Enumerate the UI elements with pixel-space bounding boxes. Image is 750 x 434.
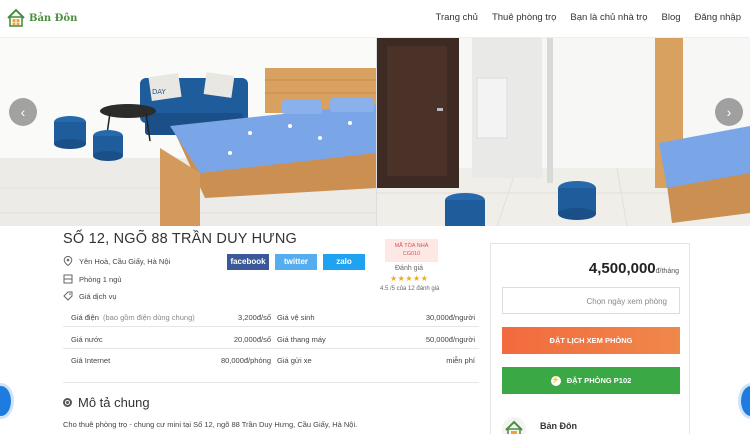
fee-value-2: miễn phí xyxy=(446,356,475,365)
description-heading: Mô tả chung xyxy=(63,395,150,410)
services-label: Giá dịch vụ xyxy=(79,291,117,301)
site-header: Bản Đôn Trang chủ Thuê phòng trọ Bạn là … xyxy=(0,0,750,38)
chevron-right-icon: › xyxy=(726,104,732,120)
fee-label-2: Giá gửi xe xyxy=(277,356,312,365)
gallery-photo-bedroom[interactable]: DAY xyxy=(0,38,376,226)
share-zalo-button[interactable]: zalo xyxy=(323,254,365,270)
main-nav: Trang chủ Thuê phòng trọ Bạn là chủ nhà … xyxy=(429,12,748,23)
book-room-button[interactable]: ⚡ ĐẶT PHÒNG P102 xyxy=(502,367,680,394)
house-logo-icon xyxy=(505,420,523,434)
fee-label: Giá Internet xyxy=(71,356,111,365)
site-logo[interactable]: Bản Đôn xyxy=(6,8,77,28)
section-divider xyxy=(63,382,479,383)
fee-label-2: Giá thang máy xyxy=(277,335,326,344)
nav-landlord[interactable]: Bạn là chủ nhà trọ xyxy=(563,12,654,23)
booking-card: 4,500,000đ/tháng Chọn ngày xem phòng ĐẶT… xyxy=(490,243,690,434)
nav-rent-room[interactable]: Thuê phòng trọ xyxy=(485,12,563,23)
price-display: 4,500,000đ/tháng xyxy=(589,260,679,277)
gallery-photo-entrance[interactable] xyxy=(377,38,750,226)
fee-label: Giá nước xyxy=(71,335,103,344)
building-code-badge: MÃ TÒA NHÀ CG010 xyxy=(385,239,438,262)
fee-label-2: Giá vệ sinh xyxy=(277,313,315,322)
building-code-value: CG010 xyxy=(402,250,421,257)
fee-value: 80,000đ/phòng xyxy=(220,356,271,365)
fee-value-2: 30,000đ/người xyxy=(425,313,475,322)
address-line: Yên Hoà, Cầu Giấy, Hà Nội xyxy=(63,256,170,266)
building-code-label: MÃ TÒA NHÀ xyxy=(394,243,429,249)
bullet-icon xyxy=(63,398,72,407)
house-logo-icon xyxy=(7,8,25,27)
rating-summary: 4.5 /5 của 12 đánh giá xyxy=(380,286,440,292)
share-twitter-button[interactable]: twitter xyxy=(275,254,317,270)
chat-float-button-left[interactable] xyxy=(0,383,14,419)
chevron-left-icon: ‹ xyxy=(20,104,26,120)
address-text: Yên Hoà, Cầu Giấy, Hà Nội xyxy=(79,256,171,266)
price-tag-icon xyxy=(63,291,73,301)
gallery-next-button[interactable]: › xyxy=(715,98,743,126)
fee-value: 3,200đ/số xyxy=(238,313,271,322)
messenger-float-button[interactable] xyxy=(738,383,750,419)
map-pin-icon xyxy=(63,256,73,266)
nav-blog[interactable]: Blog xyxy=(655,12,688,23)
rating-stars[interactable]: ★★★★★ xyxy=(390,274,428,283)
photo-gallery: DAY ‹ › xyxy=(0,38,750,226)
room-icon xyxy=(63,274,73,284)
nav-login[interactable]: Đăng nhập xyxy=(688,12,748,23)
share-facebook-button[interactable]: facebook xyxy=(227,254,269,270)
description-title: Mô tả chung xyxy=(78,395,150,410)
fee-label: Giá điện xyxy=(71,313,99,322)
gallery-prev-button[interactable]: ‹ xyxy=(9,98,37,126)
fee-row: Giá nước 20,000đ/số Giá thang máy 50,000… xyxy=(63,329,479,349)
price-unit: đ/tháng xyxy=(655,268,679,275)
viewing-date-input[interactable]: Chọn ngày xem phòng xyxy=(502,287,680,314)
pillow-text: DAY xyxy=(152,88,167,96)
book-room-label: ĐẶT PHÒNG P102 xyxy=(566,376,632,385)
fee-value-2: 50,000đ/người xyxy=(425,335,475,344)
owner-avatar[interactable] xyxy=(502,417,526,434)
rating-label: Đánh giá xyxy=(395,265,424,272)
lightning-icon: ⚡ xyxy=(550,376,561,387)
fee-note: (bao gồm điện dùng chung) xyxy=(103,313,195,322)
price-value: 4,500,000 xyxy=(588,260,656,277)
services-line: Giá dịch vụ xyxy=(63,291,117,301)
listing-title: SỐ 12, NGÕ 88 TRẦN DUY HƯNG xyxy=(63,231,298,247)
rooms-text: Phòng 1 ngủ xyxy=(79,274,122,284)
fee-row: Giá điện (bao gồm điện dùng chung) 3,200… xyxy=(63,307,479,327)
rooms-line: Phòng 1 ngủ xyxy=(63,274,122,284)
logo-text: Bản Đôn xyxy=(29,12,78,24)
fee-row: Giá Internet 80,000đ/phòng Giá gửi xe mi… xyxy=(63,350,479,370)
nav-home[interactable]: Trang chủ xyxy=(429,12,485,23)
fee-value: 20,000đ/số xyxy=(233,335,271,344)
owner-name[interactable]: Bản Đôn xyxy=(540,421,577,431)
schedule-viewing-button[interactable]: ĐẶT LỊCH XEM PHÒNG xyxy=(502,327,680,354)
description-text: Cho thuê phòng trọ - chung cư mini tại S… xyxy=(63,420,358,429)
